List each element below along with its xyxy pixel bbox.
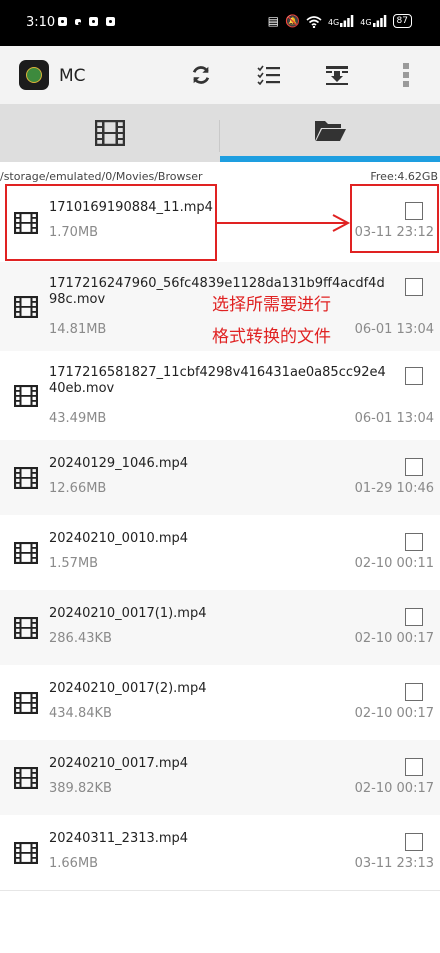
video-file-icon [13,466,39,490]
more-button[interactable] [391,60,421,90]
refresh-icon [192,66,210,84]
notification-icon [75,19,81,25]
file-row[interactable]: 20240210_0017.mp4 389.82KB 02-10 00:17 [0,740,440,816]
file-date: 06-01 13:04 [354,322,434,337]
file-size: 434.84KB [49,706,112,721]
wifi-icon [306,15,322,28]
file-row[interactable]: 20240210_0017(2).mp4 434.84KB 02-10 00:17 [0,665,440,741]
app-logo [19,60,49,90]
file-row[interactable]: 20240129_1046.mp4 12.66MB 01-29 10:46 [0,440,440,516]
path-bar: /storage/emulated/0/Movies/Browser Free:… [0,162,440,184]
battery-icon: 87 [392,14,412,28]
status-time: 3:10 [26,15,56,30]
file-checkbox[interactable] [405,833,423,851]
file-date: 02-10 00:17 [354,631,434,646]
video-file-icon [13,691,39,715]
notification-icon [106,17,115,26]
file-size: 12.66MB [49,481,107,496]
signal-1-label: 4G [327,18,340,27]
folder-open-icon [315,121,346,141]
import-icon [326,66,348,85]
file-checkbox[interactable] [405,458,423,476]
file-size: 389.82KB [49,781,112,796]
tab-bar [0,104,440,162]
file-date: 02-10 00:17 [354,781,434,796]
file-checkbox[interactable] [405,683,423,701]
signal-1-icon: 4G [328,15,354,27]
mute-icon: 🔕 [285,14,300,28]
file-checkbox[interactable] [405,367,423,385]
file-date: 02-10 00:11 [354,556,434,571]
video-file-icon [13,766,39,790]
file-row[interactable]: 20240210_0010.mp4 1.57MB 02-10 00:11 [0,515,440,591]
file-size: 43.49MB [49,411,107,426]
file-size: 1.57MB [49,556,99,571]
annotation-text-line1: 选择所需要进行 [212,295,331,315]
signal-2-icon: 4G [360,15,386,27]
annotation-arrow [217,214,351,232]
current-path: /storage/emulated/0/Movies/Browser [0,170,203,183]
checklist-button[interactable] [254,60,284,90]
notification-icons [58,17,115,26]
video-file-icon [13,384,39,408]
video-file-icon [13,616,39,640]
file-row[interactable]: 1717216581827_11cbf4298v416431ae0a85cc92… [0,351,440,441]
annotation-box-checkbox [350,184,439,253]
film-icon [94,120,125,146]
file-name: 20240210_0017(2).mp4 [49,681,207,696]
file-date: 06-01 13:04 [354,411,434,426]
video-file-icon [13,541,39,565]
file-checkbox[interactable] [405,608,423,626]
nfc-icon: ▤ [267,14,279,28]
refresh-button[interactable] [186,60,216,90]
file-name: 20240311_2313.mp4 [49,831,189,846]
file-date: 02-10 00:17 [354,706,434,721]
file-checkbox[interactable] [405,533,423,551]
free-space: Free:4.62GB [370,170,438,183]
annotation-text-line2: 格式转换的文件 [212,327,331,347]
file-size: 1.66MB [49,856,99,871]
file-size: 286.43KB [49,631,112,646]
file-date: 01-29 10:46 [354,481,434,496]
file-size: 14.81MB [49,322,107,337]
app-title: MC [59,66,86,86]
file-checkbox[interactable] [405,278,423,296]
annotation-box-file [5,184,217,261]
file-name: 20240210_0017(1).mp4 [49,606,207,621]
notification-icon [89,17,98,26]
video-file-icon [13,295,39,319]
notification-icon [58,17,67,26]
tab-browser[interactable] [220,104,440,156]
more-vert-icon [403,63,409,87]
app-bar: MC [0,46,440,104]
file-name: 20240210_0010.mp4 [49,531,189,546]
file-checkbox[interactable] [405,758,423,776]
file-row[interactable]: 20240210_0017(1).mp4 286.43KB 02-10 00:17 [0,590,440,666]
status-icons: ▤ 🔕 4G 4G 87 [268,14,412,28]
file-name: 1717216581827_11cbf4298v416431ae0a85cc92… [49,365,386,396]
file-date: 03-11 23:13 [354,856,434,871]
file-name: 20240129_1046.mp4 [49,456,189,471]
file-name: 20240210_0017.mp4 [49,756,189,771]
video-file-icon [13,841,39,865]
import-button[interactable] [322,60,352,90]
signal-2-label: 4G [360,18,372,27]
tab-videos[interactable] [0,104,219,162]
file-row[interactable]: 20240311_2313.mp4 1.66MB 03-11 23:13 [0,815,440,891]
checklist-icon [257,65,280,85]
status-bar: 3:10 ▤ 🔕 4G 4G 87 [0,0,440,46]
